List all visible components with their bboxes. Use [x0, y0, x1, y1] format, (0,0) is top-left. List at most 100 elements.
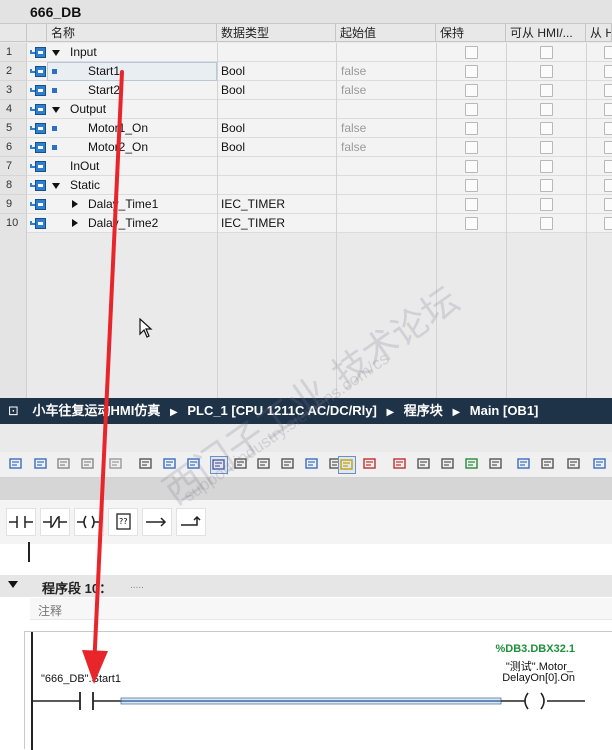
- contact-operand[interactable]: "666_DB".Start1: [41, 673, 121, 685]
- retain-checkbox[interactable]: [465, 84, 478, 97]
- hmi-access-checkbox[interactable]: [540, 160, 553, 173]
- retain-checkbox[interactable]: [465, 65, 478, 78]
- collapse-icon[interactable]: ⊡: [8, 398, 19, 424]
- hmi-write-checkbox[interactable]: [604, 84, 612, 97]
- member-datatype[interactable]: IEC_TIMER: [221, 214, 285, 233]
- member-name[interactable]: Input: [70, 43, 97, 62]
- row-number[interactable]: 2: [0, 62, 27, 81]
- member-name[interactable]: Static: [70, 176, 100, 195]
- member-name[interactable]: InOut: [70, 157, 99, 176]
- retain-checkbox[interactable]: [465, 179, 478, 192]
- network-header[interactable]: 程序段 10： .....: [0, 575, 612, 597]
- row-number[interactable]: 5: [0, 119, 27, 138]
- row-number[interactable]: 6: [0, 138, 27, 157]
- row-number[interactable]: 9: [0, 195, 27, 214]
- member-name[interactable]: Dalay_Time2: [88, 214, 158, 233]
- db-row[interactable]: 2 Start1 Bool false: [0, 62, 612, 81]
- db-row[interactable]: 3 Start2 Bool false: [0, 81, 612, 100]
- member-name[interactable]: Start2: [88, 81, 120, 100]
- collapse-triangle-icon[interactable]: [52, 183, 60, 189]
- hmi-access-checkbox[interactable]: [540, 217, 553, 230]
- hmi-write-checkbox[interactable]: [604, 65, 612, 78]
- hmi-write-checkbox[interactable]: [604, 198, 612, 211]
- breadcrumb-folder[interactable]: 程序块: [404, 398, 443, 424]
- show-tags-icon[interactable]: [338, 456, 356, 474]
- col-retain-header[interactable]: 保持: [436, 24, 506, 42]
- hmi-access-checkbox[interactable]: [540, 103, 553, 116]
- expand-all-icon[interactable]: [362, 456, 380, 474]
- db-row[interactable]: 8 Static: [0, 176, 612, 195]
- coil-operand-line2[interactable]: DelayOn[0].On: [465, 672, 575, 684]
- retain-checkbox[interactable]: [465, 160, 478, 173]
- row-number[interactable]: 7: [0, 157, 27, 176]
- hmi-write-checkbox[interactable]: [604, 46, 612, 59]
- collapse-triangle-icon[interactable]: [52, 50, 60, 56]
- retain-checkbox[interactable]: [465, 122, 478, 135]
- row-number[interactable]: 10: [0, 214, 27, 233]
- retain-checkbox[interactable]: [465, 103, 478, 116]
- retain-checkbox[interactable]: [465, 198, 478, 211]
- coil-button[interactable]: [74, 508, 104, 536]
- db-row[interactable]: 10 Dalay_Time2 IEC_TIMER: [0, 214, 612, 233]
- db-row[interactable]: 9 Dalay_Time1 IEC_TIMER: [0, 195, 612, 214]
- hmi-access-checkbox[interactable]: [540, 84, 553, 97]
- col-name-header[interactable]: 名称: [47, 24, 217, 42]
- member-name[interactable]: Motor1_On: [88, 119, 148, 138]
- row-number[interactable]: 8: [0, 176, 27, 195]
- hmi-access-checkbox[interactable]: [540, 122, 553, 135]
- upload-icon[interactable]: [488, 456, 506, 474]
- call-hierarchy-icon[interactable]: [516, 456, 534, 474]
- download-icon[interactable]: [464, 456, 482, 474]
- member-name[interactable]: Output: [70, 100, 106, 119]
- breadcrumb-project[interactable]: 小车往复运动HMI仿真: [33, 398, 161, 424]
- expand-triangle-icon[interactable]: [72, 219, 78, 227]
- hmi-access-checkbox[interactable]: [540, 46, 553, 59]
- col-hmi-write-header[interactable]: 从 H: [586, 24, 612, 42]
- toggle-cross-ref-icon[interactable]: [416, 456, 434, 474]
- member-name[interactable]: Dalay_Time1: [88, 195, 158, 214]
- hmi-write-checkbox[interactable]: [604, 141, 612, 154]
- contact-nc-button[interactable]: [40, 508, 70, 536]
- col-type-header[interactable]: 数据类型: [217, 24, 336, 42]
- db-row[interactable]: 6 Motor2_On Bool false: [0, 138, 612, 157]
- delete-network-icon[interactable]: [33, 456, 51, 474]
- hmi-access-checkbox[interactable]: [540, 198, 553, 211]
- breadcrumb-block[interactable]: Main [OB1]: [470, 398, 539, 424]
- member-name[interactable]: Motor2_On: [88, 138, 148, 157]
- hmi-access-checkbox[interactable]: [540, 65, 553, 78]
- jump-icon[interactable]: [540, 456, 558, 474]
- hmi-write-checkbox[interactable]: [604, 160, 612, 173]
- contact-no-button[interactable]: [6, 508, 36, 536]
- member-datatype[interactable]: Bool: [221, 62, 245, 81]
- db-row[interactable]: 7 InOut: [0, 157, 612, 176]
- member-start-value[interactable]: false: [341, 138, 366, 157]
- retain-checkbox[interactable]: [465, 46, 478, 59]
- collapse-triangle-icon[interactable]: [52, 107, 60, 113]
- member-start-value[interactable]: false: [341, 119, 366, 138]
- insert-network-icon[interactable]: [8, 456, 26, 474]
- member-start-value[interactable]: false: [341, 62, 366, 81]
- col-start-header[interactable]: 起始值: [336, 24, 436, 42]
- hmi-write-checkbox[interactable]: [604, 122, 612, 135]
- labels-icon[interactable]: [566, 456, 584, 474]
- network-collapse-icon[interactable]: [8, 581, 18, 588]
- hmi-write-checkbox[interactable]: [604, 217, 612, 230]
- row-number[interactable]: 1: [0, 43, 27, 62]
- retain-checkbox[interactable]: [465, 217, 478, 230]
- expand-triangle-icon[interactable]: [72, 200, 78, 208]
- network-title-placeholder[interactable]: .....: [130, 580, 144, 591]
- hmi-write-checkbox[interactable]: [604, 103, 612, 116]
- hmi-access-checkbox[interactable]: [540, 141, 553, 154]
- member-datatype[interactable]: Bool: [221, 119, 245, 138]
- more-icon[interactable]: [592, 456, 610, 474]
- open-editor-icon[interactable]: [108, 456, 126, 474]
- member-datatype[interactable]: Bool: [221, 81, 245, 100]
- collapse-all-icon[interactable]: [392, 456, 410, 474]
- member-start-value[interactable]: false: [341, 81, 366, 100]
- insert-row-icon[interactable]: [56, 456, 74, 474]
- watch-icon[interactable]: [440, 456, 458, 474]
- member-datatype[interactable]: IEC_TIMER: [221, 195, 285, 214]
- row-number[interactable]: 4: [0, 100, 27, 119]
- row-number[interactable]: 3: [0, 81, 27, 100]
- member-datatype[interactable]: Bool: [221, 138, 245, 157]
